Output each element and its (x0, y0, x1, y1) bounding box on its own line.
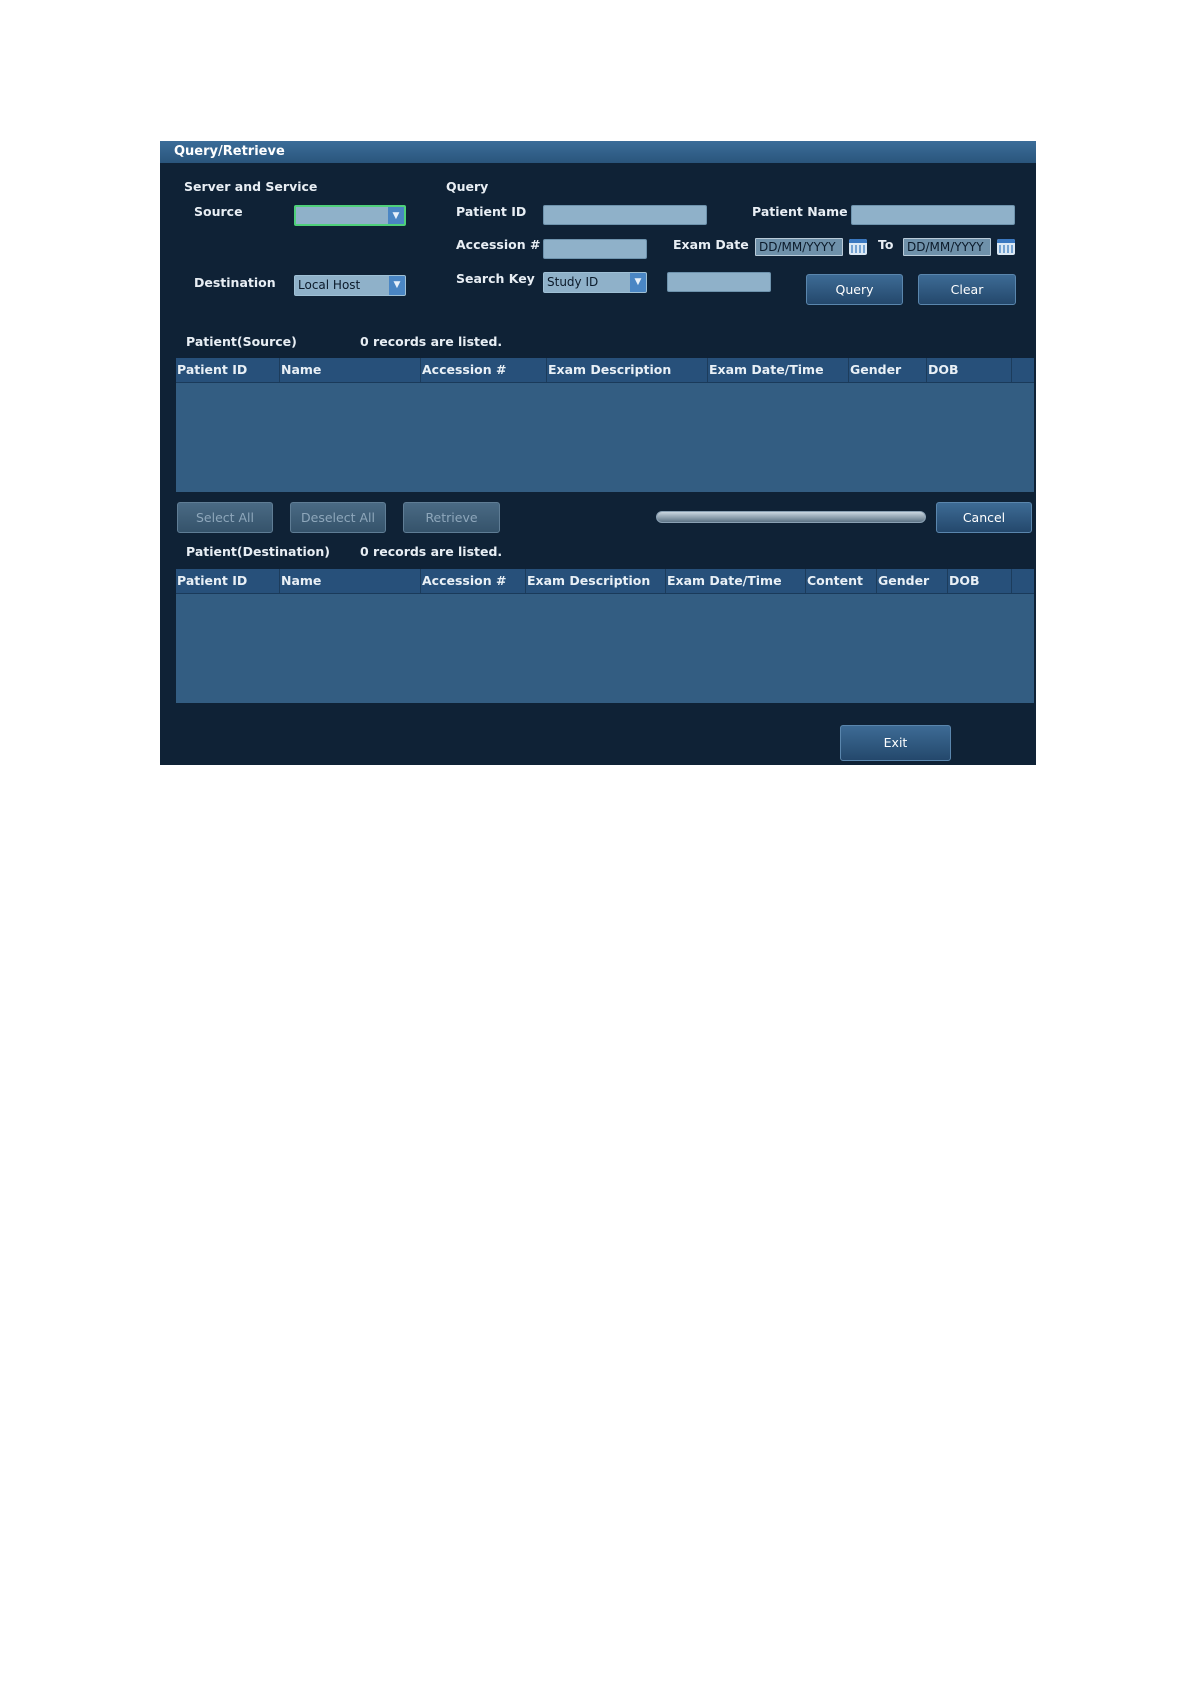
title-bar: Query/Retrieve (160, 141, 1036, 163)
exam-date-to-input[interactable]: DD/MM/YYYY (903, 238, 991, 256)
accession-label: Accession # (456, 237, 541, 252)
destination-label: Destination (194, 275, 276, 290)
patient-name-label: Patient Name (752, 204, 848, 219)
query-section-label: Query (446, 179, 489, 194)
column-header-patient-id[interactable]: Patient ID (176, 358, 280, 382)
retrieve-button[interactable]: Retrieve (403, 502, 500, 533)
column-header-accession[interactable]: Accession # (421, 358, 547, 382)
destination-table-body[interactable] (176, 594, 1034, 703)
column-header-exam-date-time[interactable]: Exam Date/Time (666, 569, 806, 593)
chevron-down-icon[interactable]: ▼ (630, 273, 646, 292)
source-select[interactable]: ▼ (294, 205, 406, 226)
to-label: To (878, 237, 894, 252)
cancel-button[interactable]: Cancel (936, 502, 1032, 533)
column-header-gender[interactable]: Gender (877, 569, 948, 593)
source-table-body[interactable] (176, 383, 1034, 492)
query-retrieve-window: Query/Retrieve Server and Service Source… (160, 141, 1036, 765)
column-header-exam-description[interactable]: Exam Description (526, 569, 666, 593)
patient-id-label: Patient ID (456, 204, 527, 219)
patient-id-input[interactable] (543, 205, 707, 225)
source-label: Source (194, 204, 243, 219)
accession-input[interactable] (543, 239, 647, 259)
deselect-all-button[interactable]: Deselect All (290, 502, 386, 533)
search-key-label: Search Key (456, 271, 535, 286)
search-key-select[interactable]: Study ID ▼ (543, 272, 647, 293)
exam-date-label: Exam Date (673, 237, 749, 252)
destination-list-label: Patient(Destination) (186, 544, 330, 559)
column-header-dob[interactable]: DOB (927, 358, 1012, 382)
column-header-name[interactable]: Name (280, 358, 421, 382)
search-value-input[interactable] (667, 272, 771, 292)
search-key-value: Study ID (547, 275, 599, 289)
query-button[interactable]: Query (806, 274, 903, 305)
window-title: Query/Retrieve (174, 144, 285, 159)
server-section-label: Server and Service (184, 179, 318, 194)
select-all-button[interactable]: Select All (177, 502, 273, 533)
clear-button[interactable]: Clear (918, 274, 1016, 305)
exit-button[interactable]: Exit (840, 725, 951, 761)
column-header-patient-id[interactable]: Patient ID (176, 569, 280, 593)
column-header-dob[interactable]: DOB (948, 569, 1012, 593)
column-header-accession[interactable]: Accession # (421, 569, 526, 593)
source-list-label: Patient(Source) (186, 334, 297, 349)
column-header-content[interactable]: Content (806, 569, 877, 593)
destination-table-header: Patient ID Name Accession # Exam Descrip… (176, 569, 1034, 594)
source-table-header: Patient ID Name Accession # Exam Descrip… (176, 358, 1034, 383)
calendar-icon[interactable] (997, 239, 1015, 255)
column-header-exam-description[interactable]: Exam Description (547, 358, 708, 382)
chevron-down-icon[interactable]: ▼ (389, 276, 405, 295)
source-table: Patient ID Name Accession # Exam Descrip… (176, 358, 1034, 492)
patient-name-input[interactable] (851, 205, 1015, 225)
column-header-name[interactable]: Name (280, 569, 421, 593)
column-header-gender[interactable]: Gender (849, 358, 927, 382)
source-record-count: 0 records are listed. (360, 334, 503, 349)
column-header-exam-date-time[interactable]: Exam Date/Time (708, 358, 849, 382)
destination-value: Local Host (298, 278, 361, 292)
exam-date-from-input[interactable]: DD/MM/YYYY (755, 238, 843, 256)
chevron-down-icon[interactable]: ▼ (388, 207, 404, 224)
destination-record-count: 0 records are listed. (360, 544, 503, 559)
calendar-icon[interactable] (849, 239, 867, 255)
retrieve-progress-bar (656, 511, 926, 523)
destination-table: Patient ID Name Accession # Exam Descrip… (176, 569, 1034, 703)
destination-select[interactable]: Local Host ▼ (294, 275, 406, 296)
